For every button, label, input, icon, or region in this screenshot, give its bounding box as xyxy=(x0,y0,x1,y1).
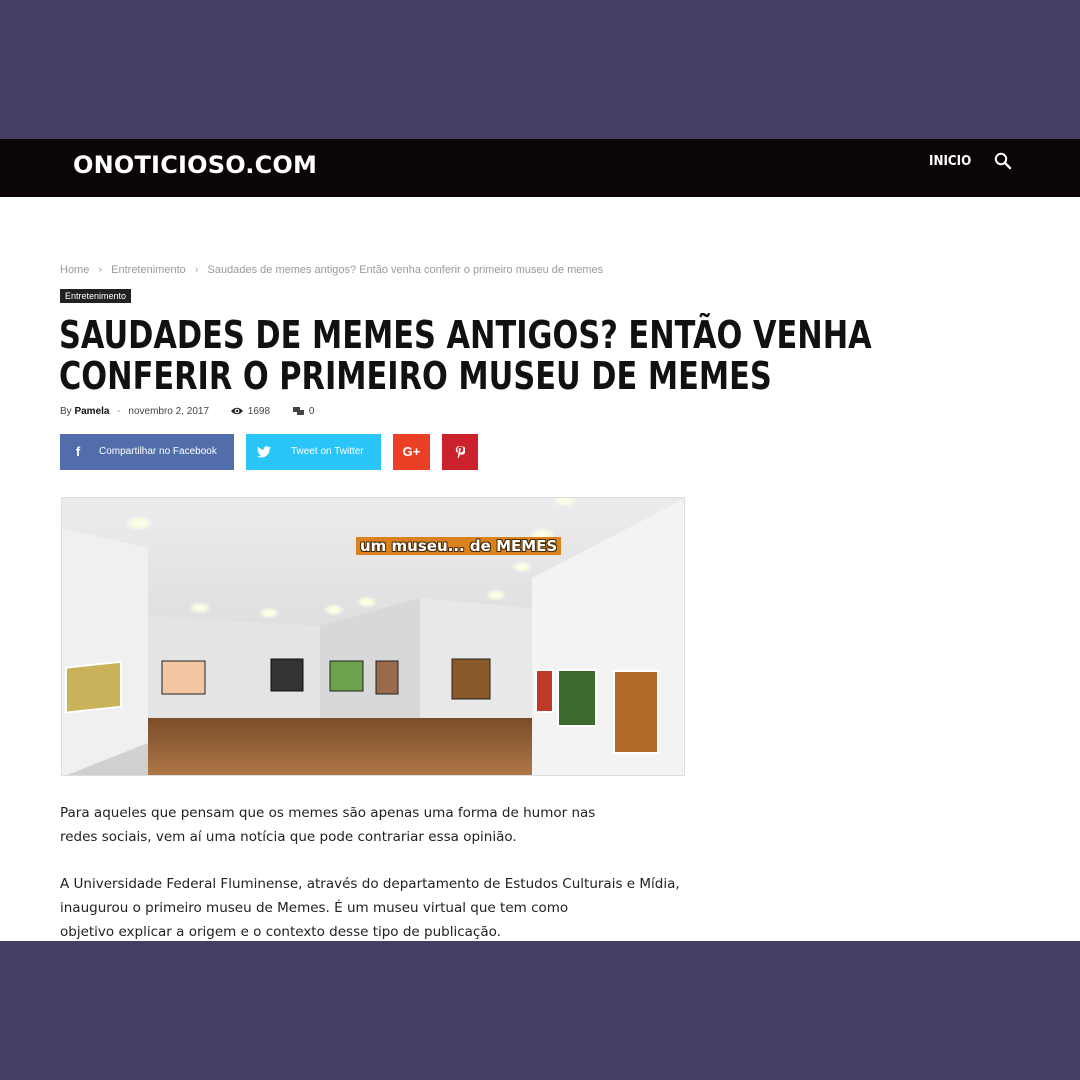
site-header: ONOTICIOSO.COM INICIO xyxy=(0,139,1080,197)
comments-icon xyxy=(292,407,304,415)
search-button[interactable] xyxy=(993,151,1013,171)
article-paragraph: Para aqueles que pensam que os memes são… xyxy=(60,801,620,849)
chevron-right-icon: › xyxy=(194,264,199,276)
author-link[interactable]: Pamela xyxy=(74,406,109,417)
paragraph-line: inaugurou o primeiro museu de Memes. É u… xyxy=(60,900,569,916)
share-twitter-label: Tweet on Twitter xyxy=(291,446,364,457)
article-meta: By Pamela - novembro 2, 2017 1698 0 xyxy=(60,405,314,419)
share-facebook-label: Compartilhar no Facebook xyxy=(99,446,217,457)
paragraph-line: Para aqueles que pensam que os memes são… xyxy=(60,805,596,821)
pinterest-icon xyxy=(455,446,466,459)
paragraph-line: objetivo explicar a origem e o contexto … xyxy=(60,924,501,940)
article-title-line: CONFERIR O PRIMEIRO MUSEU DE MEMES xyxy=(59,354,772,398)
eye-icon xyxy=(230,407,243,415)
article-paragraph: A Universidade Federal Fluminense, atrav… xyxy=(60,872,700,941)
share-twitter-button[interactable]: Tweet on Twitter xyxy=(246,434,381,470)
article-featured-image[interactable]: um museu... de MEMES xyxy=(61,497,685,776)
search-icon xyxy=(994,152,1012,170)
breadcrumb-current: Saudades de memes antigos? Então venha c… xyxy=(207,264,604,276)
image-caption-banner: um museu... de MEMES xyxy=(356,537,562,555)
paragraph-line: redes sociais, vem aí uma notícia que po… xyxy=(60,829,517,845)
googleplus-icon: G+ xyxy=(402,444,421,459)
publish-date: novembro 2, 2017 xyxy=(128,406,210,417)
breadcrumb-home[interactable]: Home xyxy=(60,264,89,276)
share-pinterest-button[interactable] xyxy=(442,434,478,470)
share-googleplus-button[interactable]: G+ xyxy=(393,434,430,470)
nav-item-inicio[interactable]: INICIO xyxy=(929,153,971,171)
breadcrumb: Home › Entretenimento › Saudades de meme… xyxy=(60,263,603,277)
site-logo[interactable]: ONOTICIOSO.COM xyxy=(73,151,317,179)
article-title: SAUDADES DE MEMES ANTIGOS? ENTÃO VENHA C… xyxy=(59,315,907,397)
chevron-right-icon: › xyxy=(98,264,103,276)
article-title-line: SAUDADES DE MEMES ANTIGOS? ENTÃO VENHA xyxy=(59,313,872,357)
view-count: 1698 xyxy=(230,406,273,417)
web-page: ONOTICIOSO.COM INICIO Home › Entretenime… xyxy=(0,139,1080,941)
comment-count-value: 0 xyxy=(308,406,315,417)
share-facebook-button[interactable]: f Compartilhar no Facebook xyxy=(60,434,234,470)
twitter-icon xyxy=(246,434,282,470)
paragraph-line: A Universidade Federal Fluminense, atrav… xyxy=(60,876,680,892)
meta-separator: - xyxy=(117,406,121,417)
view-count-value: 1698 xyxy=(247,406,271,417)
category-tag[interactable]: Entretenimento xyxy=(60,289,132,303)
comment-count[interactable]: 0 xyxy=(292,406,315,417)
by-label: By xyxy=(60,406,72,417)
facebook-icon: f xyxy=(75,444,81,459)
breadcrumb-category[interactable]: Entretenimento xyxy=(111,264,186,276)
